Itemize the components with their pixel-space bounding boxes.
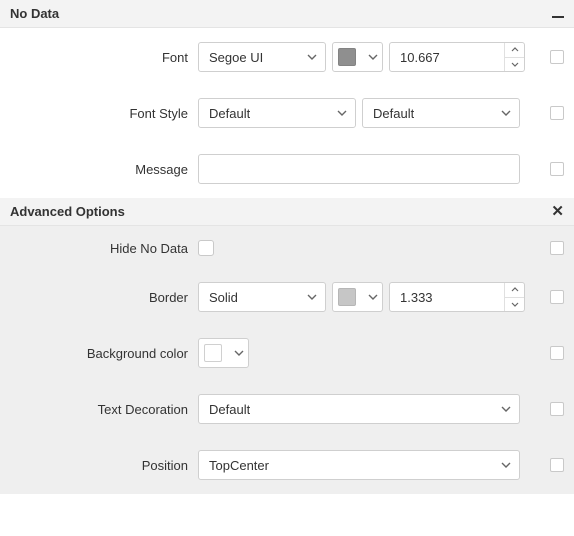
chevron-down-icon — [234, 350, 244, 356]
chevron-down-icon — [501, 406, 511, 412]
font-color-picker[interactable] — [332, 42, 383, 72]
controls-message — [198, 154, 564, 184]
border-width-spinner[interactable]: 1.333 — [389, 282, 525, 312]
color-swatch — [338, 48, 356, 66]
chevron-down-icon — [368, 54, 378, 60]
color-swatch — [204, 344, 222, 362]
label-message: Message — [10, 162, 198, 177]
controls-position: TopCenter — [198, 450, 564, 480]
section-header-no-data: No Data — [0, 0, 574, 28]
message-input-wrap — [198, 154, 520, 184]
font-style-select[interactable]: Default — [198, 98, 356, 128]
color-swatch — [338, 288, 356, 306]
spinner-down[interactable] — [505, 298, 524, 312]
section-body-no-data: Font Segoe UI 10.667 Font Style — [0, 28, 574, 198]
label-deco: Text Decoration — [10, 402, 198, 417]
row-font-style: Font Style Default Default — [10, 98, 564, 128]
override-checkbox[interactable] — [550, 458, 564, 472]
spinner-down[interactable] — [505, 58, 524, 72]
override-checkbox[interactable] — [550, 290, 564, 304]
controls-deco: Default — [198, 394, 564, 424]
chevron-down-icon — [368, 294, 378, 300]
row-text-decoration: Text Decoration Default — [10, 394, 564, 424]
override-checkbox[interactable] — [550, 346, 564, 360]
label-font-style: Font Style — [10, 106, 198, 121]
text-decoration-select[interactable]: Default — [198, 394, 520, 424]
row-bgcolor: Background color — [10, 338, 564, 368]
font-weight-select[interactable]: Default — [362, 98, 520, 128]
controls-hide — [198, 240, 564, 256]
spinner-up[interactable] — [505, 43, 524, 58]
font-size-spinner[interactable]: 10.667 — [389, 42, 525, 72]
label-position: Position — [10, 458, 198, 473]
override-checkbox[interactable] — [550, 402, 564, 416]
chevron-down-icon — [307, 294, 317, 300]
hide-no-data-checkbox[interactable] — [198, 240, 214, 256]
collapse-button[interactable] — [552, 6, 564, 21]
override-checkbox[interactable] — [550, 241, 564, 255]
close-button[interactable]: ✕ — [551, 204, 564, 219]
controls-bgcolor — [198, 338, 564, 368]
label-hide: Hide No Data — [10, 241, 198, 256]
controls-font-style: Default Default — [198, 98, 564, 128]
label-bgcolor: Background color — [10, 346, 198, 361]
chevron-down-icon — [501, 110, 511, 116]
minus-icon — [552, 16, 564, 18]
font-family-select[interactable]: Segoe UI — [198, 42, 326, 72]
section-body-advanced: Hide No Data Border Solid 1.333 — [0, 226, 574, 494]
section-title: Advanced Options — [10, 204, 125, 219]
chevron-down-icon — [337, 110, 347, 116]
controls-border: Solid 1.333 — [198, 282, 564, 312]
override-checkbox[interactable] — [550, 162, 564, 176]
row-position: Position TopCenter — [10, 450, 564, 480]
override-checkbox[interactable] — [550, 50, 564, 64]
background-color-picker[interactable] — [198, 338, 249, 368]
row-font: Font Segoe UI 10.667 — [10, 42, 564, 72]
label-border: Border — [10, 290, 198, 305]
chevron-down-icon — [307, 54, 317, 60]
row-message: Message — [10, 154, 564, 184]
label-font: Font — [10, 50, 198, 65]
chevron-down-icon — [501, 462, 511, 468]
section-title: No Data — [10, 6, 59, 21]
row-hide-no-data: Hide No Data — [10, 240, 564, 256]
border-color-picker[interactable] — [332, 282, 383, 312]
override-checkbox[interactable] — [550, 106, 564, 120]
row-border: Border Solid 1.333 — [10, 282, 564, 312]
controls-font: Segoe UI 10.667 — [198, 42, 564, 72]
position-select[interactable]: TopCenter — [198, 450, 520, 480]
border-style-select[interactable]: Solid — [198, 282, 326, 312]
message-input[interactable] — [207, 155, 511, 183]
spinner-up[interactable] — [505, 283, 524, 298]
section-header-advanced: Advanced Options ✕ — [0, 198, 574, 226]
